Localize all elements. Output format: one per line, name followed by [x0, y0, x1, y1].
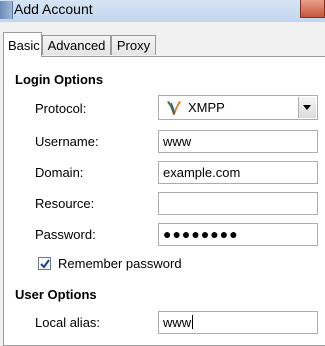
- domain-label: Domain:: [35, 165, 84, 180]
- checkmark-icon: [40, 259, 50, 269]
- password-field[interactable]: ●●●●●●●●: [158, 223, 318, 246]
- remember-password-label: Remember password: [58, 256, 182, 271]
- password-label: Password:: [35, 227, 96, 242]
- user-options-heading: User Options: [15, 287, 97, 302]
- local-alias-value: www: [163, 315, 192, 330]
- text-caret: [192, 315, 194, 329]
- username-label: Username:: [35, 134, 99, 149]
- username-field[interactable]: www: [158, 130, 318, 153]
- protocol-select[interactable]: XMPP: [158, 95, 318, 120]
- chevron-down-icon: [303, 105, 311, 110]
- tab-basic[interactable]: Basic: [3, 32, 42, 57]
- domain-field[interactable]: example.com: [158, 161, 318, 184]
- close-button[interactable]: [300, 0, 325, 18]
- tab-proxy[interactable]: Proxy: [111, 35, 156, 55]
- window-titlebar[interactable]: Add Account: [0, 0, 325, 22]
- local-alias-label: Local alias:: [35, 315, 101, 330]
- resource-label: Resource:: [35, 196, 95, 211]
- protocol-dropdown-button[interactable]: [298, 97, 316, 118]
- login-options-heading: Login Options: [15, 72, 104, 87]
- app-icon: [0, 1, 13, 19]
- protocol-value: XMPP: [188, 100, 225, 115]
- protocol-label: Protocol:: [35, 101, 87, 116]
- tab-advanced[interactable]: Advanced: [42, 35, 111, 55]
- resource-field[interactable]: [158, 192, 318, 215]
- xmpp-icon: [167, 101, 181, 115]
- local-alias-field[interactable]: www: [158, 311, 318, 334]
- window-title: Add Account: [14, 1, 93, 17]
- remember-password-checkbox[interactable]: [38, 257, 51, 270]
- tab-bar: Basic Advanced Proxy: [3, 32, 323, 57]
